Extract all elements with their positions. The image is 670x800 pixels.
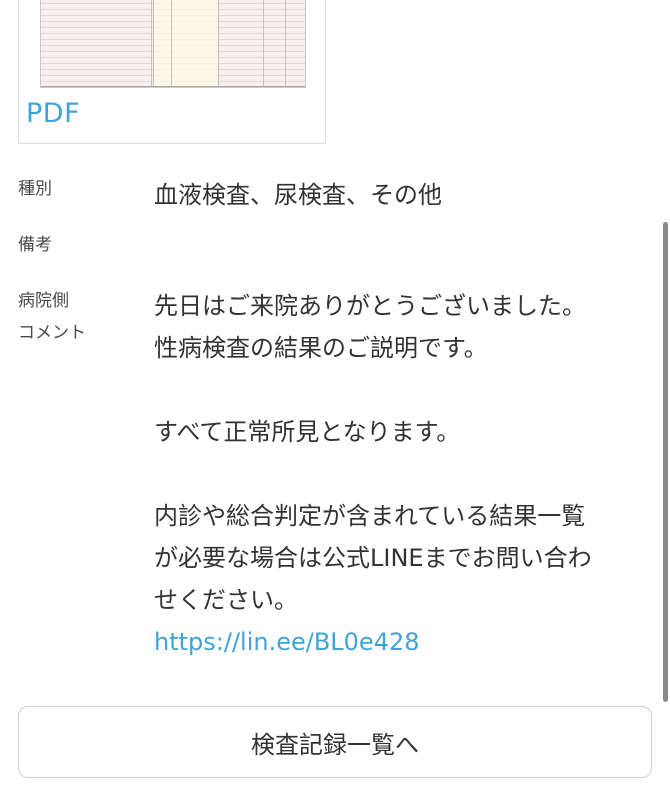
comment-line: が必要な場合は公式LINEまでお問い合わ [154, 544, 592, 572]
comment-line: 性病検査の結果のご説明です。 [154, 334, 488, 362]
comment-line: すべて正常所見となります。 [154, 418, 461, 446]
type-label: 種別 [18, 179, 52, 199]
comment-label: 病院側 コメント [18, 285, 86, 349]
exam-records-list-button[interactable]: 検査記録一覧へ [18, 706, 652, 778]
pdf-link[interactable]: PDF [26, 98, 80, 129]
comment-line: せください。 [154, 586, 298, 614]
comment-label-line2: コメント [18, 323, 86, 343]
attachment-card: PDF [18, 0, 326, 144]
notes-label: 備考 [18, 235, 52, 255]
line-official-link[interactable]: https://lin.ee/BL0e428 [154, 628, 420, 656]
comment-label-line1: 病院側 [18, 291, 69, 311]
exam-record-detail: PDF 種別 血液検査、尿検査、その他 備考 病院側 コメント 先日はご来院あり… [0, 0, 670, 800]
comment-line: 内診や総合判定が含まれている結果一覧 [154, 502, 586, 530]
vertical-scrollbar[interactable] [663, 222, 668, 702]
hospital-comment: 先日はご来院ありがとうございました。 性病検査の結果のご説明です。 すべて正常所… [154, 285, 654, 663]
pdf-thumbnail[interactable] [40, 0, 306, 88]
comment-line: 先日はご来院ありがとうございました。 [154, 292, 586, 320]
type-value: 血液検査、尿検査、その他 [154, 181, 442, 209]
